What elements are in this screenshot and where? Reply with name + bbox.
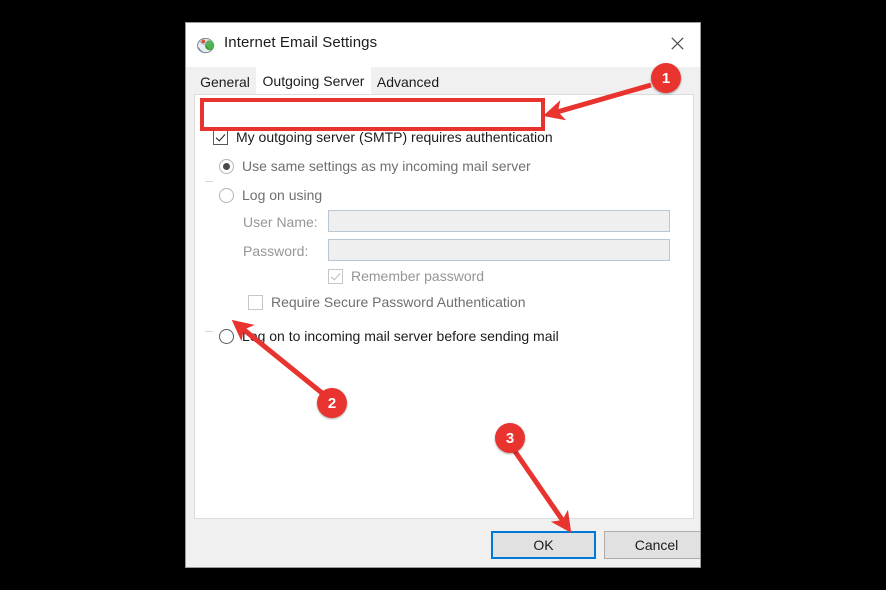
log-on-using-radio[interactable] — [219, 187, 234, 203]
ok-button-label: OK — [533, 537, 554, 553]
tab-advanced-label: Advanced — [376, 73, 440, 90]
close-icon[interactable] — [654, 23, 700, 63]
use-same-settings-radio-row[interactable]: Use same settings as my incoming mail se… — [219, 158, 531, 174]
require-spa-checkbox-row[interactable]: Require Secure Password Authentication — [248, 294, 525, 310]
title-bar: Internet Email Settings — [186, 23, 700, 67]
remember-password-label: Remember password — [351, 268, 485, 284]
tab-outgoing-server[interactable]: Outgoing Server — [256, 67, 371, 95]
require-spa-label: Require Secure Password Authentication — [271, 294, 526, 310]
group-frame-tick — [205, 331, 213, 332]
remember-password-checkbox[interactable] — [328, 268, 343, 284]
use-same-settings-label: Use same settings as my incoming mail se… — [242, 158, 531, 174]
cancel-button[interactable]: Cancel — [604, 531, 700, 559]
tab-general-label: General — [200, 73, 250, 90]
tab-outgoing-server-label: Outgoing Server — [262, 73, 365, 89]
email-settings-icon — [196, 35, 216, 55]
user-name-input[interactable] — [328, 210, 670, 232]
tab-strip: General Outgoing Server Advanced — [186, 67, 700, 95]
log-on-incoming-radio-row[interactable]: Log on to incoming mail server before se… — [219, 328, 559, 344]
log-on-incoming-radio[interactable] — [219, 328, 234, 344]
smtp-auth-label: My outgoing server (SMTP) requires authe… — [236, 129, 553, 145]
smtp-auth-checkbox[interactable] — [213, 129, 228, 145]
outgoing-server-panel: My outgoing server (SMTP) requires authe… — [194, 94, 694, 519]
require-spa-checkbox[interactable] — [248, 294, 263, 310]
password-label: Password: — [243, 243, 309, 259]
log-on-incoming-label: Log on to incoming mail server before se… — [242, 328, 559, 344]
tab-advanced[interactable]: Advanced — [371, 68, 445, 95]
password-input[interactable] — [328, 239, 670, 261]
user-name-label: User Name: — [243, 214, 318, 230]
smtp-auth-checkbox-row[interactable]: My outgoing server (SMTP) requires authe… — [213, 129, 553, 145]
log-on-using-label: Log on using — [242, 187, 323, 203]
use-same-settings-radio[interactable] — [219, 158, 234, 174]
remember-password-checkbox-row[interactable]: Remember password — [328, 268, 484, 284]
ok-button[interactable]: OK — [491, 531, 596, 559]
window-title: Internet Email Settings — [224, 34, 378, 51]
group-frame-tick — [205, 181, 213, 182]
cancel-button-label: Cancel — [634, 537, 679, 553]
internet-email-settings-dialog: Internet Email Settings General Outgoing… — [185, 22, 701, 568]
log-on-using-radio-row[interactable]: Log on using — [219, 187, 322, 203]
tab-general[interactable]: General — [194, 68, 256, 95]
